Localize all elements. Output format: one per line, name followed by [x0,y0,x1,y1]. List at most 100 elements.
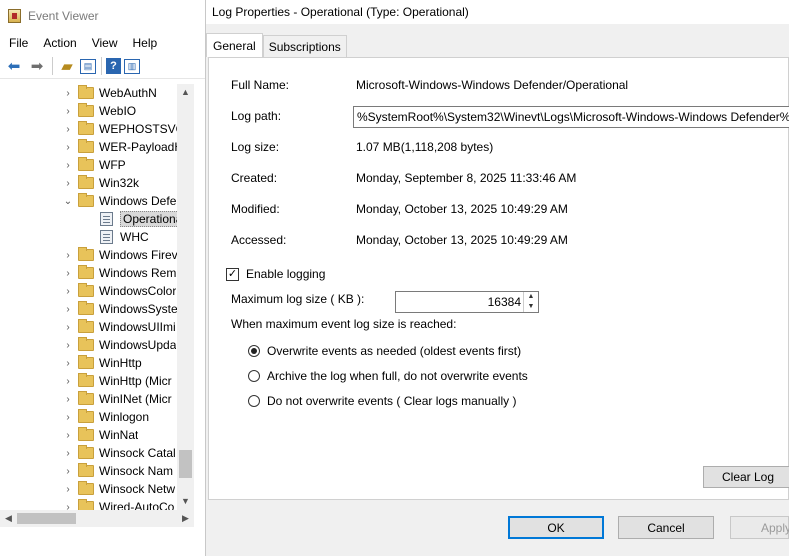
forward-arrow-icon[interactable]: ➡ [27,56,47,76]
vertical-scroll-thumb[interactable] [179,450,192,478]
window-title: Event Viewer [28,9,99,23]
chevron-right-icon[interactable]: › [62,466,74,477]
cancel-button[interactable]: Cancel [618,516,714,539]
folder-icon [78,103,94,117]
tree-item[interactable]: › WindowsUIImi [0,318,194,336]
chevron-right-icon[interactable]: › [62,394,74,405]
tree-item[interactable]: › WEPHOSTSVC [0,120,194,138]
chevron-right-icon[interactable]: › [62,160,74,171]
tab-general[interactable]: General [206,33,263,57]
radio-archive-when-full[interactable]: Archive the log when full, do not overwr… [248,369,528,383]
chevron-right-icon[interactable]: › [62,106,74,117]
stepper-down-icon[interactable]: ▼ [524,302,538,312]
ok-button[interactable]: OK [508,516,604,539]
chevron-right-icon[interactable]: › [62,448,74,459]
tree-item[interactable]: › WinNat [0,426,194,444]
when-max-label: When maximum event log size is reached: [231,317,457,331]
show-hide-tree-icon[interactable]: ▤ [80,58,96,74]
checkmark-icon[interactable]: ✓ [226,267,239,281]
tree-item[interactable]: › WFP [0,156,194,174]
tab-subscriptions[interactable]: Subscriptions [262,35,347,57]
chevron-right-icon[interactable]: › [62,268,74,279]
show-hide-action-pane-icon[interactable]: ▥ [124,58,140,74]
tree-item[interactable]: › Winsock Netw [0,480,194,498]
chevron-right-icon[interactable]: › [62,340,74,351]
tree-item[interactable]: › WinHttp [0,354,194,372]
tree-item-label: Windows Rem [99,266,177,280]
tree-item[interactable]: › WinHttp (Micr [0,372,194,390]
folder-icon [78,463,94,477]
tree-vertical-scrollbar[interactable]: ▲ ▼ [177,84,194,510]
radio-unselected-icon[interactable] [248,370,260,382]
tree-item[interactable]: › Windows Firev [0,246,194,264]
help-icon[interactable]: ? [106,58,121,74]
stepper-up-icon[interactable]: ▲ [524,292,538,302]
chevron-right-icon[interactable]: › [62,178,74,189]
tree-item-label: WHC [120,230,149,244]
radio-do-not-overwrite[interactable]: Do not overwrite events ( Clear logs man… [248,394,516,408]
tree-item-label: Win32k [99,176,140,190]
scroll-up-arrow-icon[interactable]: ▲ [177,84,194,101]
tree-item[interactable]: WHC [0,228,194,246]
tree-item[interactable]: › WinINet (Micr [0,390,194,408]
modified-value: Monday, October 13, 2025 10:49:29 AM [356,202,568,216]
radio-overwrite-as-needed[interactable]: Overwrite events as needed (oldest event… [248,344,521,358]
scroll-down-arrow-icon[interactable]: ▼ [177,493,194,510]
tree-item[interactable]: Operationa [0,210,194,228]
tree-item[interactable]: › WER-PayloadH [0,138,194,156]
chevron-right-icon[interactable]: › [62,430,74,441]
folder-icon [78,85,94,99]
chevron-down-icon[interactable]: ⌄ [62,196,74,207]
tab-strip: General Subscriptions [206,33,347,57]
created-value: Monday, September 8, 2025 11:33:46 AM [356,171,577,185]
tree-horizontal-scrollbar[interactable]: ◀ ▶ [0,510,194,527]
chevron-right-icon[interactable]: › [62,322,74,333]
chevron-right-icon[interactable]: › [62,412,74,423]
tree-item[interactable]: › Winsock Catal [0,444,194,462]
tree-item[interactable]: › WebAuthN [0,84,194,102]
chevron-right-icon[interactable]: › [62,376,74,387]
tree-item[interactable]: › WebIO [0,102,194,120]
back-arrow-icon[interactable]: ⬅ [4,56,24,76]
radio-unselected-icon[interactable] [248,395,260,407]
chevron-right-icon[interactable]: › [62,286,74,297]
menu-help[interactable]: Help [133,36,158,50]
chevron-right-icon[interactable]: › [62,88,74,99]
menu-file[interactable]: File [9,36,28,50]
tree-item[interactable]: › WindowsSyste [0,300,194,318]
tree-item[interactable]: ⌄ Windows Defe [0,192,194,210]
tree-item[interactable]: › Wired-AutoCo [0,498,194,510]
tree-item-label: WER-PayloadH [99,140,184,154]
tree-item-label: Winsock Nam [99,464,174,478]
menu-action[interactable]: Action [43,36,76,50]
radio-selected-icon[interactable] [248,345,260,357]
scroll-left-arrow-icon[interactable]: ◀ [0,510,17,527]
tree-item[interactable]: › WindowsColor [0,282,194,300]
scroll-right-arrow-icon[interactable]: ▶ [177,510,194,527]
chevron-right-icon[interactable]: › [62,124,74,135]
chevron-right-icon[interactable]: › [62,358,74,369]
horizontal-scroll-thumb[interactable] [17,513,76,524]
folder-icon [78,337,94,351]
clear-log-button[interactable]: Clear Log [703,466,789,488]
tree-item[interactable]: › Winsock Nam [0,462,194,480]
enable-logging-checkbox[interactable]: ✓ Enable logging [226,267,325,281]
log-path-field[interactable]: %SystemRoot%\System32\Winevt\Logs\Micros… [353,106,789,128]
chevron-right-icon[interactable]: › [62,484,74,495]
tree-item[interactable]: › WindowsUpda [0,336,194,354]
chevron-right-icon[interactable]: › [62,502,74,511]
tree-item[interactable]: › Winlogon [0,408,194,426]
max-size-stepper[interactable]: 16384 ▲ ▼ [395,291,539,313]
menu-view[interactable]: View [92,36,118,50]
apply-button[interactable]: Apply [730,516,789,539]
chevron-right-icon[interactable]: › [62,250,74,261]
tree-item[interactable]: › Windows Rem [0,264,194,282]
max-size-value[interactable]: 16384 [488,295,521,309]
chevron-right-icon[interactable]: › [62,142,74,153]
tree-item[interactable]: › Win32k [0,174,194,192]
folder-icon [78,319,94,333]
up-folder-icon[interactable]: ▰ [57,56,77,76]
max-size-label: Maximum log size ( KB ): [231,292,365,306]
tree-item-label: WFP [99,158,126,172]
chevron-right-icon[interactable]: › [62,304,74,315]
